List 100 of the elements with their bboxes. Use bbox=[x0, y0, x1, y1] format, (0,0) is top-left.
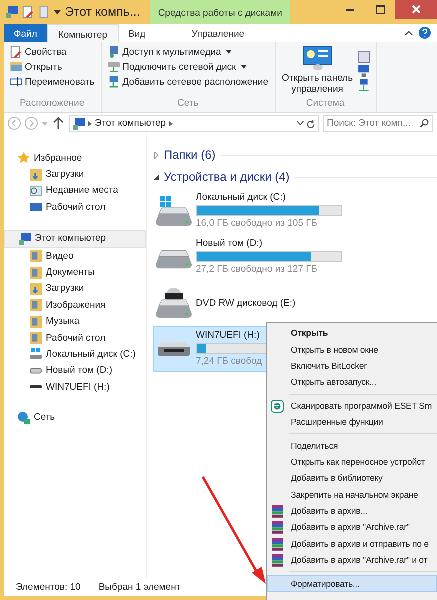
network-icon bbox=[18, 412, 30, 424]
sidebar-item[interactable]: Загрузки bbox=[4, 166, 146, 183]
media-icon bbox=[108, 46, 120, 58]
ribbon-group-label: Расположение bbox=[19, 98, 86, 111]
search-icon[interactable] bbox=[420, 119, 429, 128]
menu-item[interactable]: Открыть как переносное устройст bbox=[267, 454, 437, 470]
sidebar-item[interactable]: Рабочий стол bbox=[4, 199, 146, 216]
ribbon-group-label: Система bbox=[305, 98, 346, 111]
minimize-icon bbox=[346, 8, 354, 10]
drive-item[interactable]: DVD RW дисковод (E:) bbox=[153, 280, 347, 326]
hard-drive-icon bbox=[156, 250, 192, 269]
sidebar-item[interactable]: WIN7UEFI (H:) bbox=[4, 379, 146, 396]
breadcrumb[interactable]: Этот компьютер bbox=[95, 118, 166, 129]
sidebar-item[interactable]: Музыка bbox=[4, 314, 146, 330]
control-panel-button[interactable]: Открыть панель управления bbox=[282, 45, 354, 96]
drive-name: Локальный диск (C:) bbox=[196, 192, 286, 203]
ribbon-tab[interactable]: Вид bbox=[118, 24, 156, 42]
menu-item[interactable]: Добавить в библиотеку bbox=[267, 470, 437, 487]
ribbon-button[interactable]: Подключить сетевой диск bbox=[108, 60, 269, 74]
ribbon-button[interactable]: Добавить сетевое расположение bbox=[108, 75, 269, 89]
ribbon-button[interactable]: Свойства bbox=[10, 45, 95, 59]
item-count: Элементов: 10 bbox=[16, 582, 81, 592]
search-field[interactable]: Поиск: Этот комп... bbox=[323, 115, 433, 132]
folder-icon bbox=[30, 316, 42, 328]
folder-icon bbox=[30, 250, 42, 262]
drive-name: Новый том (D:) bbox=[196, 238, 262, 249]
computer-icon bbox=[19, 232, 31, 245]
free-space-text: 7,24 ГБ свобод bbox=[196, 356, 262, 367]
refresh-icon[interactable] bbox=[307, 120, 315, 128]
dropdown-icon[interactable] bbox=[54, 10, 61, 14]
sidebar-item[interactable]: Изображения bbox=[4, 297, 146, 314]
chevron-icon[interactable] bbox=[88, 120, 92, 126]
dropdown-icon[interactable] bbox=[297, 121, 304, 126]
usb-drive-icon bbox=[156, 342, 192, 356]
books-stack-icon bbox=[271, 504, 284, 518]
properties-icon bbox=[10, 46, 22, 58]
ribbon-button[interactable]: Доступ к мультимедиа bbox=[108, 45, 269, 59]
caret-icon[interactable] bbox=[241, 65, 248, 69]
menu-item[interactable]: Добавить в архив и отправить по e bbox=[267, 536, 437, 552]
ribbon-group-label: Сеть bbox=[176, 98, 200, 111]
control-panel-icon bbox=[302, 46, 333, 71]
computer-icon[interactable] bbox=[6, 6, 18, 18]
drive-item[interactable]: Новый том (D:) 27,2 ГБ свободно из 127 ГБ bbox=[153, 234, 347, 280]
menu-item[interactable]: Открыть автозапуск... bbox=[267, 374, 437, 391]
menu-item[interactable]: Добавить в архив "Archive.rar" и от bbox=[267, 552, 437, 568]
books-stack-icon bbox=[271, 538, 284, 551]
folder-icon bbox=[30, 332, 42, 344]
expand-icon[interactable] bbox=[153, 152, 160, 158]
properties-icon[interactable] bbox=[22, 6, 34, 18]
sidebar-item[interactable]: Сеть bbox=[4, 409, 146, 426]
recent-places-icon bbox=[30, 184, 42, 197]
sidebar-item[interactable]: Недавние места bbox=[4, 182, 146, 200]
desktop-icon bbox=[30, 201, 42, 214]
sidebar-item[interactable]: Рабочий стол bbox=[4, 330, 146, 346]
ribbon-tab[interactable]: Файл bbox=[4, 24, 48, 42]
caret-icon[interactable] bbox=[226, 50, 232, 54]
group-header[interactable]: Папки (6) bbox=[164, 148, 216, 162]
sidebar-item[interactable]: Избранное bbox=[4, 150, 146, 166]
drive-name: DVD RW дисковод (E:) bbox=[196, 298, 296, 308]
sidebar-item[interactable]: Загрузки bbox=[4, 280, 146, 298]
menu-item[interactable]: Добавить в архив "Archive.rar" bbox=[267, 519, 437, 536]
drive-item[interactable]: Локальный диск (C:) 16,0 ГБ свободно из 105 ГБ bbox=[153, 188, 347, 234]
ribbon-button[interactable]: Открыть bbox=[10, 60, 95, 74]
sidebar-item[interactable]: Локальный диск (C:) bbox=[4, 346, 146, 363]
help-icon[interactable] bbox=[419, 27, 431, 39]
sidebar-item[interactable]: Видео bbox=[4, 248, 146, 264]
sidebar-item[interactable]: Документы bbox=[4, 264, 146, 281]
collapse-ribbon-icon[interactable] bbox=[405, 30, 413, 36]
system-properties-icon[interactable] bbox=[358, 50, 370, 62]
computer-icon bbox=[73, 118, 85, 130]
sidebar-item[interactable]: Этот компьютер bbox=[4, 230, 146, 248]
network-computer-icon[interactable] bbox=[358, 78, 370, 90]
menu-item[interactable]: Расширенные функции bbox=[267, 414, 437, 430]
menu-item[interactable]: Закрепить на начальном экране bbox=[267, 486, 437, 503]
up-arrow-icon[interactable] bbox=[52, 117, 65, 130]
ribbon-tab[interactable]: Компьютер bbox=[47, 24, 119, 42]
folder-icon bbox=[30, 266, 42, 279]
menu-item[interactable]: Поделиться bbox=[267, 437, 437, 454]
sidebar-item[interactable]: Новый том (D:) bbox=[4, 362, 146, 380]
collapse-icon[interactable] bbox=[153, 174, 160, 180]
chevron-icon[interactable] bbox=[169, 120, 174, 126]
menu-item[interactable]: Форматировать... bbox=[267, 575, 437, 592]
network-location-icon bbox=[108, 76, 120, 88]
selection-count: Выбран 1 элемент bbox=[98, 582, 181, 592]
rename-icon bbox=[10, 76, 22, 88]
computer-icon[interactable] bbox=[358, 64, 370, 76]
free-space-text: 16,0 ГБ свободно из 105 ГБ bbox=[196, 218, 318, 229]
books-stack-icon bbox=[271, 521, 284, 534]
usb-drive-icon bbox=[30, 385, 42, 390]
star-icon bbox=[18, 152, 30, 164]
menu-item[interactable]: Сканировать программой ESET Sm bbox=[267, 398, 437, 414]
folder-icon bbox=[10, 61, 22, 73]
ribbon-tab[interactable]: Управление bbox=[156, 24, 281, 42]
menu-item[interactable]: Добавить в архив... bbox=[267, 502, 437, 520]
close-button[interactable] bbox=[395, 0, 437, 19]
address-field[interactable]: Этот компьютер bbox=[69, 115, 319, 132]
free-space-text: 27,2 ГБ свободно из 127 ГБ bbox=[196, 264, 318, 275]
ribbon-button[interactable]: Переименовать bbox=[10, 75, 95, 89]
folder-icon bbox=[30, 282, 42, 295]
group-header[interactable]: Устройства и диски (4) bbox=[164, 170, 290, 184]
